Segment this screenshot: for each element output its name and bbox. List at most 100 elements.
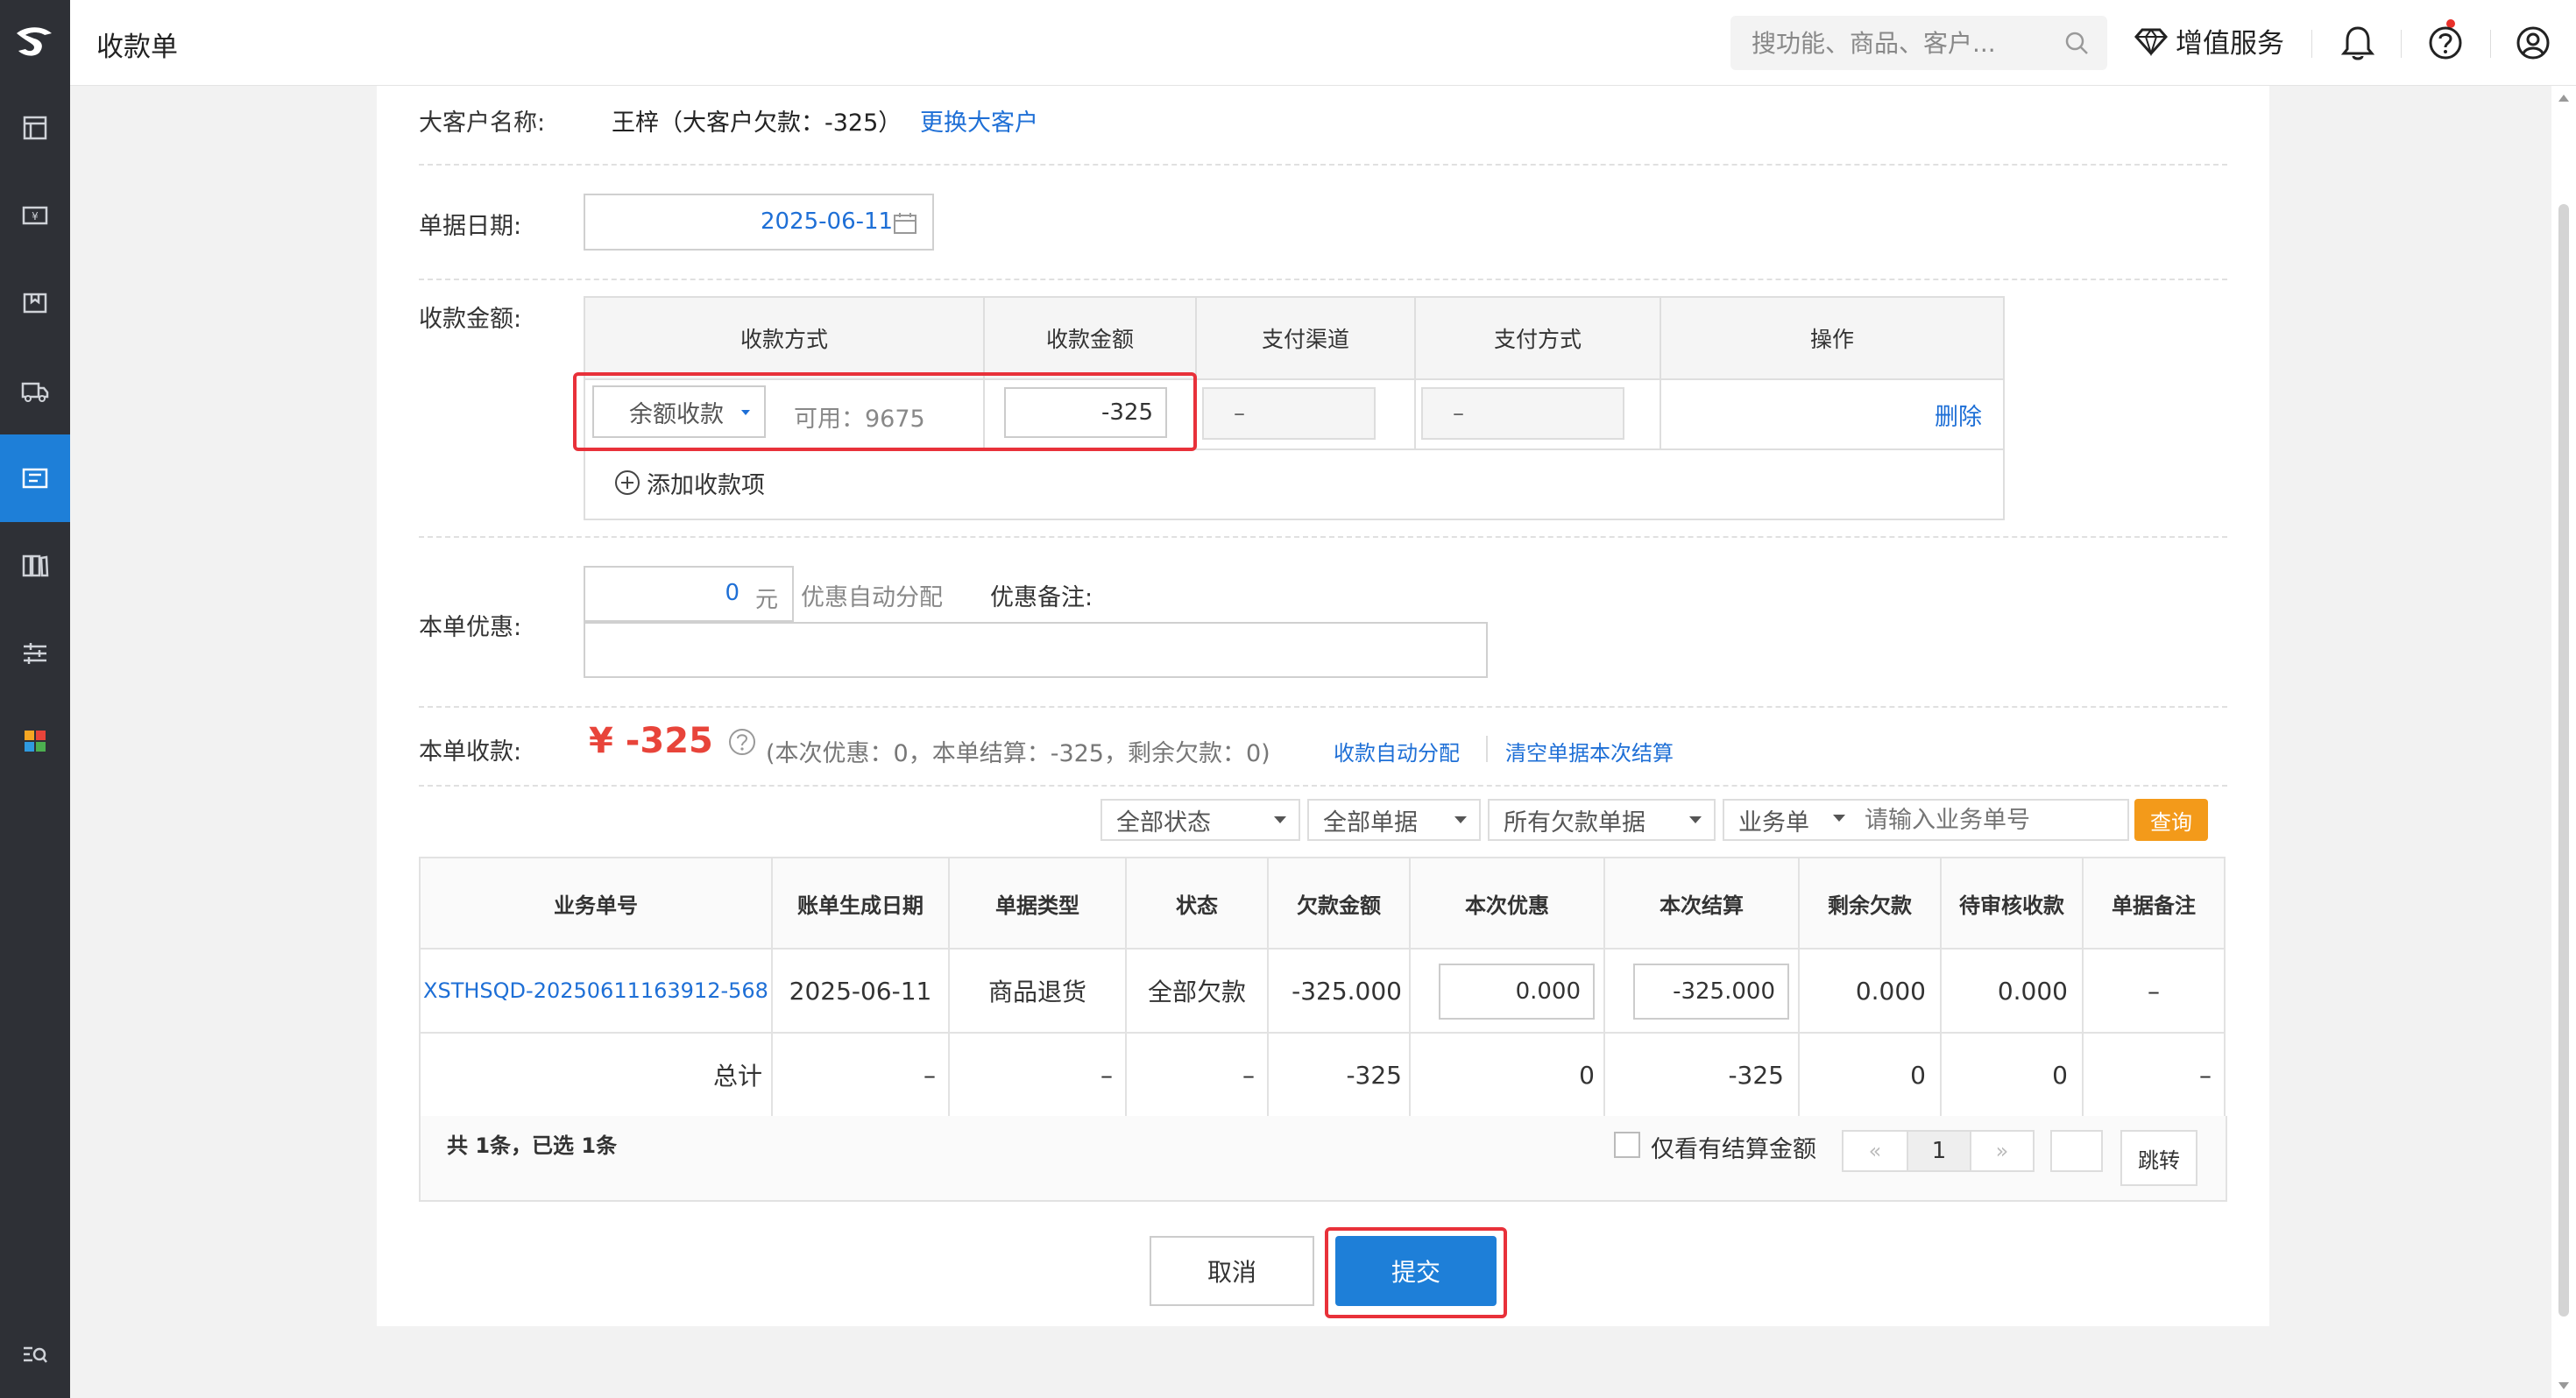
col-header: 单据备注 xyxy=(2082,857,2226,950)
doc-search[interactable]: 业务单 xyxy=(1723,799,2129,841)
clear-settlement-link[interactable]: 清空单据本次结算 xyxy=(1505,736,1674,766)
bill-type: 商品退货 xyxy=(948,948,1127,1034)
jump-button[interactable]: 跳转 xyxy=(2120,1130,2197,1186)
query-button[interactable]: 查询 xyxy=(2134,799,2208,841)
user-icon[interactable] xyxy=(2515,25,2551,65)
scroll-down-icon[interactable] xyxy=(2558,1382,2569,1389)
sliders-icon[interactable] xyxy=(0,610,70,697)
submit-button[interactable]: 提交 xyxy=(1335,1236,1497,1306)
doc-type-select[interactable]: 业务单 xyxy=(1724,801,1865,839)
status-filter-value: 全部状态 xyxy=(1116,808,1211,837)
highlight-frame xyxy=(573,372,1197,451)
date-label: 单据日期: xyxy=(419,213,522,240)
doc-type-value: 业务单 xyxy=(1738,808,1809,837)
date-value: 2025-06-11 xyxy=(761,208,894,235)
scroll-up-icon[interactable] xyxy=(2558,95,2569,102)
auto-allocate-link[interactable]: 收款自动分配 xyxy=(1334,736,1460,766)
add-payment-label: 添加收款项 xyxy=(647,471,765,499)
next-page-button[interactable]: » xyxy=(1971,1132,2033,1170)
delete-link[interactable]: 删除 xyxy=(1935,404,1982,431)
divider xyxy=(419,536,2227,538)
date-picker[interactable]: 2025-06-11 xyxy=(584,194,934,251)
bills-table: 业务单号 账单生成日期 单据类型 状态 欠款金额 本次优惠 本次结算 剩余欠款 … xyxy=(419,857,2226,1118)
report-icon[interactable] xyxy=(0,84,70,172)
bill-discount-value: 0.000 xyxy=(1515,978,1581,1005)
cancel-button[interactable]: 取消 xyxy=(1150,1236,1314,1306)
bill-discount-input[interactable]: 0.000 xyxy=(1439,964,1595,1020)
totals-debt: -325 xyxy=(1267,1032,1411,1118)
col-header: 本次优惠 xyxy=(1409,857,1605,950)
vip-service-button[interactable]: 增值服务 xyxy=(2134,21,2284,60)
prev-page-button[interactable]: « xyxy=(1844,1132,1908,1170)
doc-filter-value: 全部单据 xyxy=(1323,808,1418,837)
add-payment-button[interactable]: 添加收款项 xyxy=(613,466,765,500)
discount-remark-input[interactable] xyxy=(584,622,1488,678)
payment-label: 收款金额: xyxy=(419,306,522,333)
bell-icon[interactable] xyxy=(2340,25,2375,65)
discount-value: 0 xyxy=(725,580,740,606)
payment-channel-field[interactable]: – xyxy=(1202,387,1376,440)
debt-filter-value: 所有欠款单据 xyxy=(1504,808,1645,837)
totals-remark: – xyxy=(2082,1032,2226,1118)
col-header: 收款金额 xyxy=(983,296,1197,380)
current-page[interactable]: 1 xyxy=(1908,1132,1971,1170)
receipt-icon[interactable] xyxy=(0,434,70,522)
scrollbar[interactable] xyxy=(2551,86,2576,1398)
col-header: 本次结算 xyxy=(1603,857,1800,950)
discount-unit: 元 xyxy=(754,587,778,613)
totals-row: 总计 – – – -325 0 -325 0 0 – xyxy=(419,1032,2226,1118)
search-icon[interactable] xyxy=(2063,30,2090,60)
books-icon[interactable] xyxy=(0,522,70,610)
payment-channel-value: – xyxy=(1234,400,1245,427)
total-amount: ¥ -325 xyxy=(589,721,713,761)
col-header: 支付渠道 xyxy=(1195,296,1416,380)
debt-filter[interactable]: 所有欠款单据 xyxy=(1488,799,1716,841)
divider xyxy=(419,279,2227,280)
vip-service-label: 增值服务 xyxy=(2176,28,2284,60)
table-row: XSTHSQD-20250611163912-568 2025-06-11 商品… xyxy=(419,948,2226,1034)
box-icon[interactable] xyxy=(0,259,70,347)
scrollbar-thumb[interactable] xyxy=(2558,204,2569,1317)
pager: « 1 » xyxy=(1842,1130,2035,1172)
plus-circle-icon xyxy=(615,470,640,496)
bill-debt: -325.000 xyxy=(1267,948,1411,1034)
customer-label: 大客户名称: xyxy=(419,109,546,137)
cash-icon[interactable]: ¥ xyxy=(0,172,70,259)
bill-date: 2025-06-11 xyxy=(771,948,950,1034)
totals-status: – xyxy=(1125,1032,1269,1118)
doc-filter[interactable]: 全部单据 xyxy=(1307,799,1481,841)
discount-remark-label: 优惠备注: xyxy=(990,584,1093,611)
total-label: 本单收款: xyxy=(419,738,522,766)
discount-input[interactable]: 0 元 xyxy=(584,566,794,622)
truck-icon[interactable] xyxy=(0,347,70,434)
status-filter[interactable]: 全部状态 xyxy=(1100,799,1300,841)
help-icon[interactable] xyxy=(2427,25,2464,65)
only-settle-label: 仅看有结算金额 xyxy=(1651,1136,1816,1163)
search-menu-icon[interactable] xyxy=(0,1310,70,1398)
jump-page-input[interactable] xyxy=(2050,1130,2103,1172)
change-customer-link[interactable]: 更换大客户 xyxy=(920,103,1038,138)
col-header: 状态 xyxy=(1125,857,1269,950)
apps-icon[interactable] xyxy=(0,697,70,785)
bill-remark: – xyxy=(2082,948,2226,1034)
logo-icon[interactable] xyxy=(0,0,70,84)
bill-settle-input[interactable]: -325.000 xyxy=(1633,964,1789,1020)
info-icon[interactable] xyxy=(727,727,757,760)
totals-date: – xyxy=(771,1032,950,1118)
col-header: 操作 xyxy=(1660,296,2005,380)
global-search-input[interactable] xyxy=(1730,16,2046,70)
customer-name: 王梓（大客户欠款：-325） xyxy=(612,109,902,137)
divider xyxy=(2311,30,2312,58)
bill-status: 全部欠款 xyxy=(1125,948,1269,1034)
payment-type-field[interactable]: – xyxy=(1421,387,1624,440)
doc-search-input[interactable] xyxy=(1865,801,2119,839)
totals-discount: 0 xyxy=(1409,1032,1605,1118)
divider xyxy=(1486,736,1488,762)
only-settle-checkbox[interactable] xyxy=(1614,1132,1640,1158)
global-search[interactable] xyxy=(1730,16,2107,70)
bill-number-link[interactable]: XSTHSQD-20250611163912-568 xyxy=(423,978,768,1003)
selection-summary: 共 1条，已选 1条 xyxy=(447,1133,618,1158)
calendar-icon[interactable] xyxy=(892,211,918,239)
col-header: 收款方式 xyxy=(584,296,985,380)
diamond-icon xyxy=(2134,27,2169,56)
